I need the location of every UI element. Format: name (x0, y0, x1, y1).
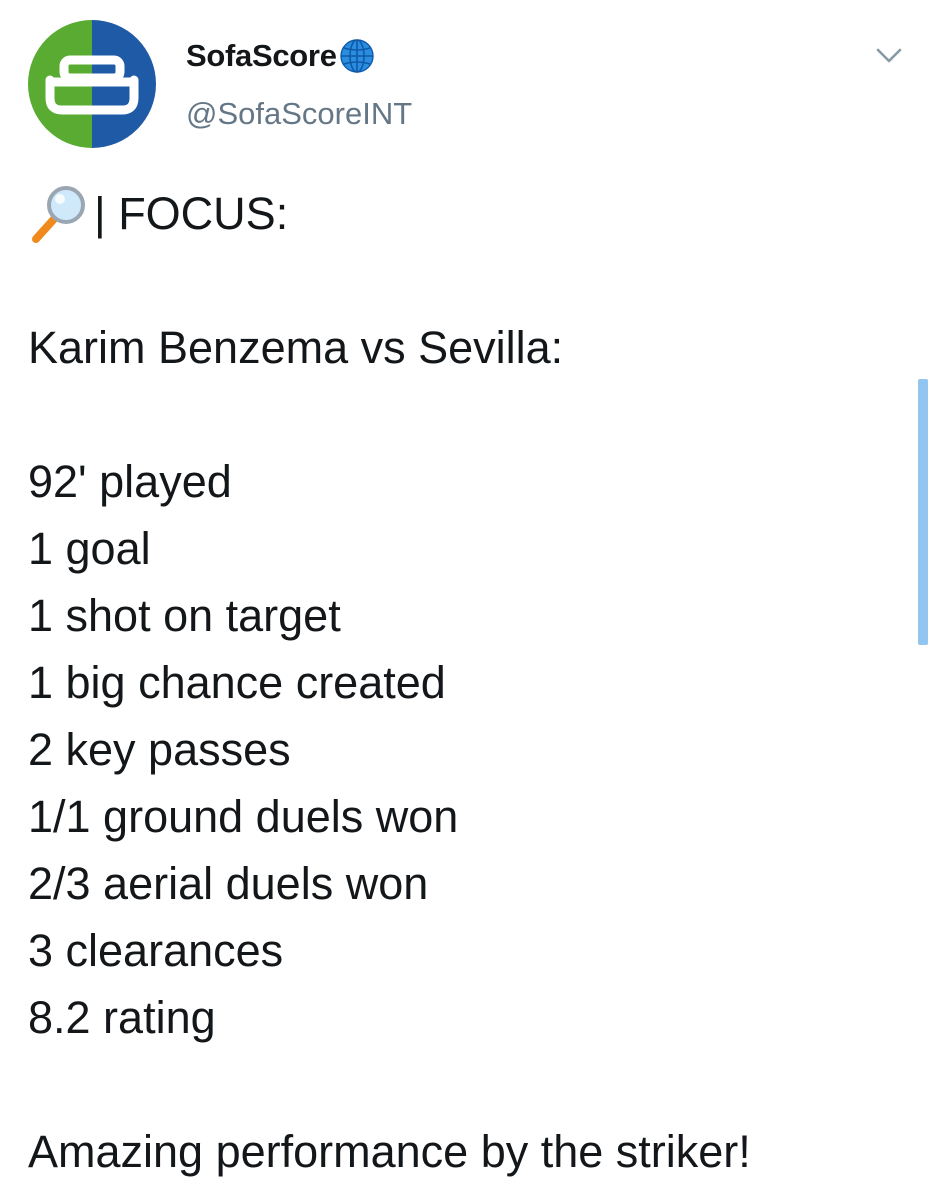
name-row: SofaScore (186, 34, 375, 78)
stat-line: 92' played (28, 456, 232, 507)
globe-icon (339, 38, 375, 74)
tweet: SofaScore @SofaScoreINT | FOCUS: Karim B… (0, 0, 928, 1200)
stat-line: 1/1 ground duels won (28, 791, 459, 842)
stat-line: 2 key passes (28, 724, 291, 775)
stat-line: 1 big chance created (28, 657, 446, 708)
tweet-header: SofaScore @SofaScoreINT (28, 20, 908, 148)
sofascore-logo-icon (28, 20, 156, 148)
tweet-body: | FOCUS: Karim Benzema vs Sevilla: 92' p… (28, 180, 908, 1185)
focus-label: | FOCUS: (94, 188, 289, 239)
closing-line: Amazing performance by the striker! (28, 1126, 751, 1177)
scrollbar[interactable] (918, 379, 928, 645)
chevron-down-icon[interactable] (874, 40, 904, 70)
stat-line: 1 goal (28, 523, 151, 574)
display-name[interactable]: SofaScore (186, 38, 337, 74)
magnifying-glass-icon (28, 183, 90, 245)
stat-line: 2/3 aerial duels won (28, 858, 429, 909)
stat-line: 3 clearances (28, 925, 284, 976)
stats-list: 92' played 1 goal 1 shot on target 1 big… (28, 448, 908, 1051)
headline: Karim Benzema vs Sevilla: (28, 322, 564, 373)
stat-line: 8.2 rating (28, 992, 216, 1043)
user-handle[interactable]: @SofaScoreINT (186, 96, 412, 132)
avatar[interactable] (28, 20, 156, 148)
focus-line: | FOCUS: (28, 180, 908, 247)
stat-line: 1 shot on target (28, 590, 341, 641)
